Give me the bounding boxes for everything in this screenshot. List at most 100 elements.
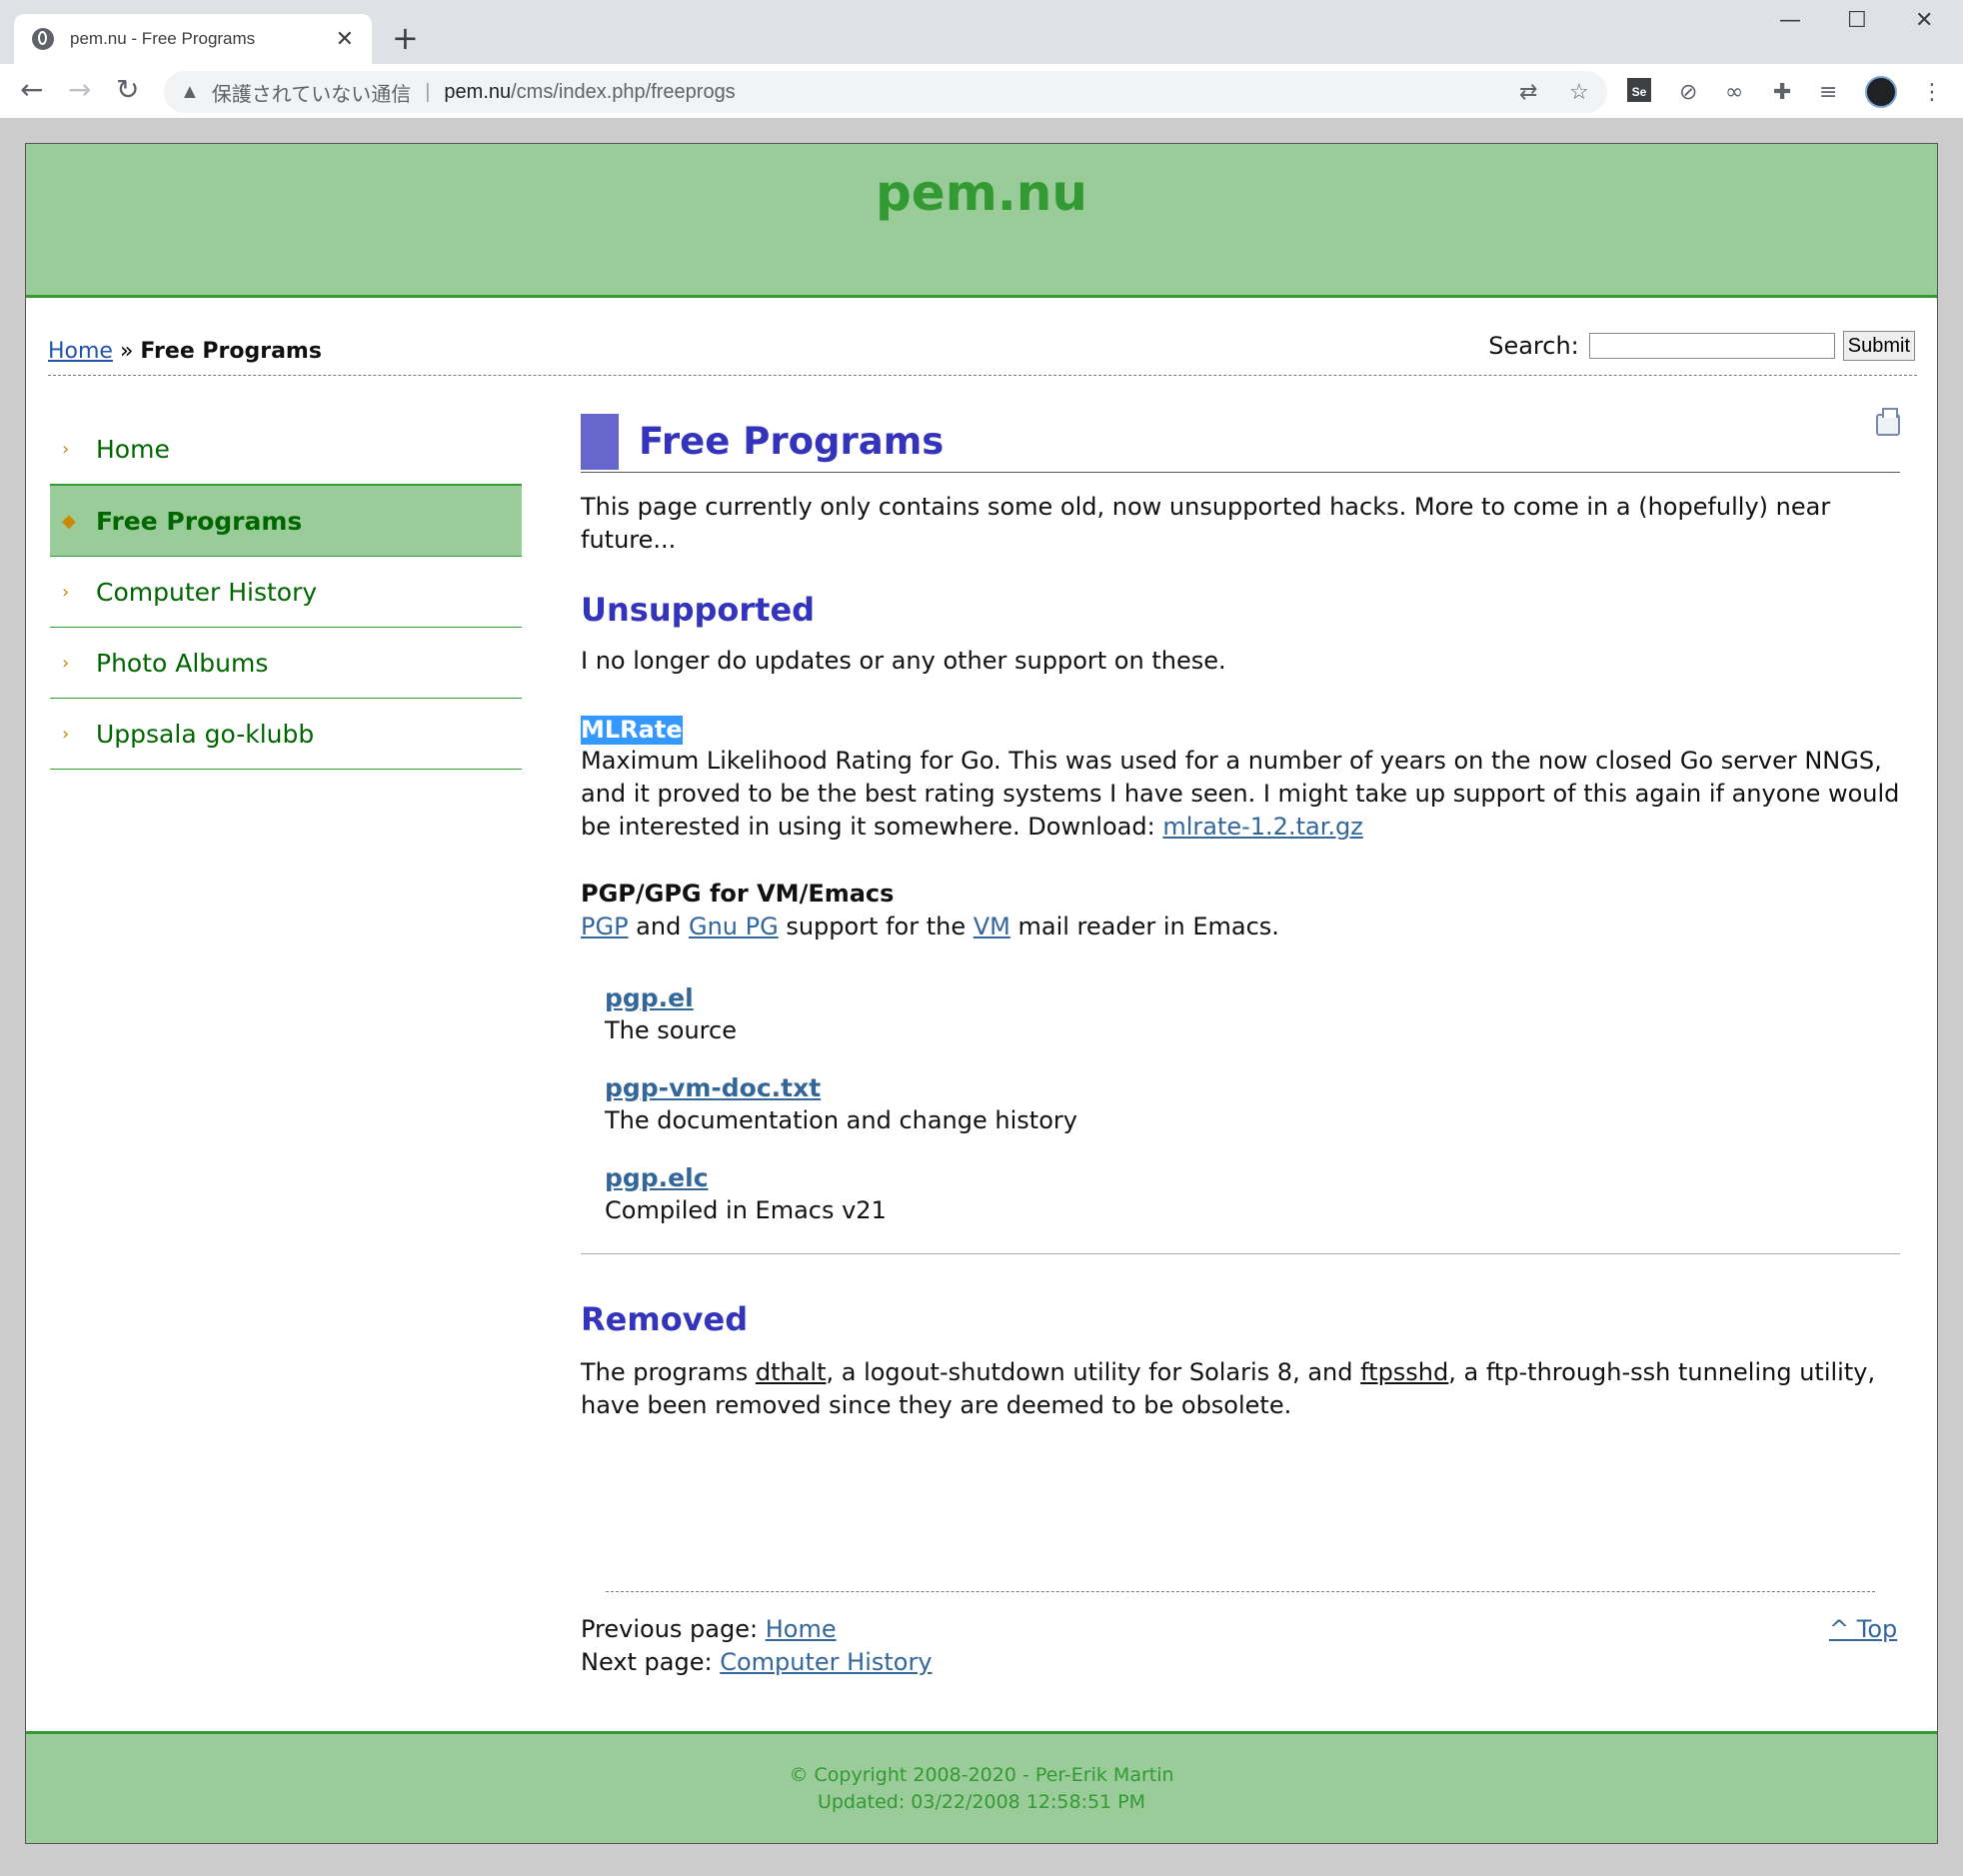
breadcrumb-bar: Home » Free Programs Search: Submit [48,319,1917,376]
chevron-right-icon: › [62,723,70,745]
close-tab-icon[interactable]: ✕ [336,27,354,52]
sidebar-item-computer-history[interactable]: › Computer History [50,557,522,628]
tab-title: pem.nu - Free Programs [70,29,256,48]
sidebar-item-label: Free Programs [96,506,303,536]
search-label: Search: [1488,332,1579,360]
search-input[interactable] [1588,333,1835,359]
main-content: Free Programs This page currently only c… [581,408,1900,1422]
breadcrumb-current: Free Programs [140,339,322,364]
extension-icon-1[interactable]: ⊘ [1679,80,1697,105]
search-form: Search: Submit [1488,331,1915,361]
removed-heading: Removed [581,1300,749,1338]
file-item-desc: The source [605,1016,737,1044]
pgp-heading: PGP/GPG for VM/Emacs [581,880,895,908]
url-path: /cms/index.php/freeprogs [511,80,736,103]
dthalt-link[interactable]: dthalt [756,1358,827,1386]
maximize-icon[interactable]: ☐ [1847,8,1867,33]
file-item-desc: Compiled in Emacs v21 [605,1196,887,1224]
reload-icon[interactable]: ↻ [116,74,139,106]
chevron-right-icon: › [62,438,70,460]
removed-text-1: The programs [581,1358,756,1386]
pgp-file-list: pgp.el The source pgp-vm-doc.txt The doc… [605,981,1900,1227]
breadcrumb: Home » Free Programs [48,339,322,364]
mlrate-title: MLRate [581,716,683,745]
footer-copyright: © Copyright 2008-2020 - Per-Erik Martin [789,1764,1174,1786]
file-item-title: pgp.elc [605,1161,1900,1194]
url-text[interactable]: pem.nu/cms/index.php/freeprogs [444,81,735,104]
sidebar-item-uppsala-go-klubb[interactable]: › Uppsala go-klubb [50,699,522,770]
sidebar-item-label: Uppsala go-klubb [96,719,315,749]
back-icon[interactable]: ← [20,74,43,106]
window-close-icon[interactable]: ✕ [1915,8,1933,33]
extension-icon-2[interactable]: ∞ [1725,80,1743,105]
vm-link[interactable]: VM [974,913,1010,940]
file-item-title: pgp-vm-doc.txt [605,1071,1900,1104]
page-nav: Previous page: Home Next page: Computer … [581,1613,933,1679]
pgp-link[interactable]: PGP [581,913,629,940]
ftpsshd-link[interactable]: ftpsshd [1360,1358,1448,1386]
section-divider [581,1253,1900,1254]
address-bar[interactable]: ▲ 保護されていない通信 | pem.nu/cms/index.php/free… [164,71,1607,113]
pgp-elc-link[interactable]: pgp.elc [605,1163,709,1192]
print-icon[interactable] [1876,408,1900,436]
browser-toolbar: ← → ↻ ▲ 保護されていない通信 | pem.nu/cms/index.ph… [0,64,1963,118]
page-nav-divider [606,1591,1875,1592]
back-to-top-link[interactable]: ^ Top [1829,1615,1897,1643]
pgp-and: and [628,913,689,940]
sidebar-item-label: Photo Albums [96,648,269,678]
next-page-link[interactable]: Computer History [720,1648,932,1676]
new-tab-button[interactable]: + [392,20,419,56]
warning-icon: ▲ [180,80,200,103]
mlrate-download-link[interactable]: mlrate-1.2.tar.gz [1162,813,1363,841]
translate-icon[interactable]: ⇄ [1519,79,1537,105]
globe-icon [32,28,54,50]
removed-text-2: , a logout-shutdown utility for Solaris … [826,1358,1361,1386]
breadcrumb-home-link[interactable]: Home [48,339,113,364]
star-icon[interactable]: ☆ [1569,79,1589,105]
intro-text: This page currently only contains some o… [581,493,1831,554]
previous-page: Previous page: Home [581,1613,933,1646]
site-header: pem.nu [26,144,1937,298]
forward-icon[interactable]: → [68,74,91,106]
unsupported-note: I no longer do updates or any other supp… [581,647,1226,675]
site-footer: © Copyright 2008-2020 - Per-Erik Martin … [26,1731,1937,1843]
previous-page-label: Previous page: [581,1615,766,1643]
url-host: pem.nu [444,80,512,103]
chevron-right-icon: › [62,581,70,603]
reading-list-icon[interactable]: ≡ [1819,80,1837,105]
sidebar-item-label: Home [96,434,170,464]
heading-accent-bar [581,414,619,470]
sidebar-item-free-programs[interactable]: ◆ Free Programs [50,485,522,557]
security-label[interactable]: 保護されていない通信 [212,78,411,107]
sidebar-item-home[interactable]: › Home [50,414,522,485]
chevron-right-icon: › [62,652,70,674]
minimize-icon[interactable]: — [1779,8,1801,33]
pgp-support-for: support for the [778,913,974,940]
sidebar-nav: › Home ◆ Free Programs › Computer Histor… [50,414,522,770]
menu-icon[interactable]: ⋮ [1921,80,1943,105]
next-page-label: Next page: [581,1648,721,1676]
mlrate-description: Maximum Likelihood Rating for Go. This w… [581,745,1900,844]
next-page: Next page: Computer History [581,1646,933,1679]
previous-page-link[interactable]: Home [766,1615,837,1643]
file-item-desc: The documentation and change history [605,1106,1077,1134]
puzzle-icon[interactable]: ✚ [1773,80,1791,105]
selenium-icon[interactable]: Se [1627,78,1651,102]
avatar[interactable] [1865,76,1897,108]
site-title: pem.nu [876,164,1087,222]
search-submit-button[interactable]: Submit [1842,331,1915,361]
pgp-vm-doc-link[interactable]: pgp-vm-doc.txt [605,1073,821,1102]
gnupg-link[interactable]: Gnu PG [689,913,779,940]
file-item-title: pgp.el [605,981,1900,1014]
web-page: pem.nu Home » Free Programs Search: Subm… [25,143,1938,1844]
sidebar-item-photo-albums[interactable]: › Photo Albums [50,628,522,699]
sidebar-item-label: Computer History [96,577,318,607]
pgp-description: PGP and Gnu PG support for the VM mail r… [581,911,1900,943]
pgp-el-link[interactable]: pgp.el [605,983,694,1012]
arrow-right-icon: ◆ [62,510,76,532]
footer-updated: Updated: 03/22/2008 12:58:51 PM [817,1791,1146,1813]
browser-tab[interactable]: pem.nu - Free Programs ✕ [14,14,372,64]
page-heading: Free Programs [581,408,1900,473]
removed-text: The programs dthalt, a logout-shutdown u… [581,1356,1900,1422]
page-title: Free Programs [639,420,945,463]
